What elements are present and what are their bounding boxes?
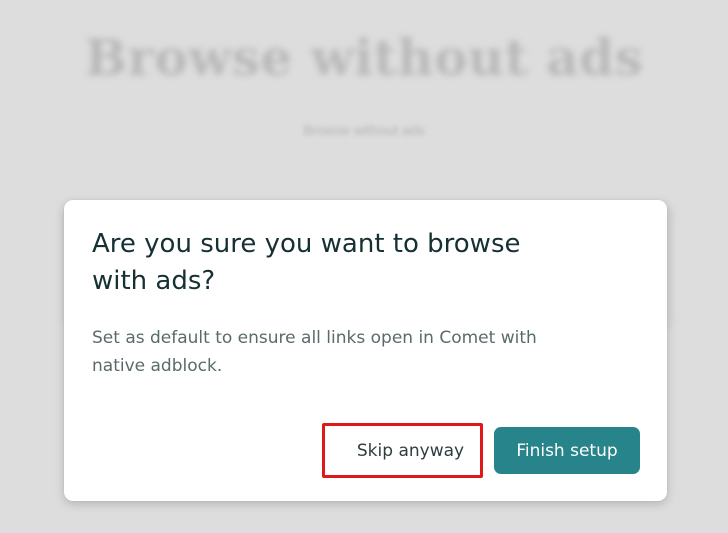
dialog-message: Set as default to ensure all links open …: [92, 328, 537, 376]
skip-anyway-button[interactable]: Skip anyway: [322, 423, 483, 478]
dialog-title: Are you sure you want to browse with ads…: [92, 229, 521, 296]
background-heading: Browse without ads: [84, 28, 644, 87]
background-subheading: Browse without ads: [303, 122, 425, 138]
finish-setup-button[interactable]: Finish setup: [494, 427, 640, 474]
confirm-dialog: Are you sure you want to browse with ads…: [64, 200, 667, 501]
